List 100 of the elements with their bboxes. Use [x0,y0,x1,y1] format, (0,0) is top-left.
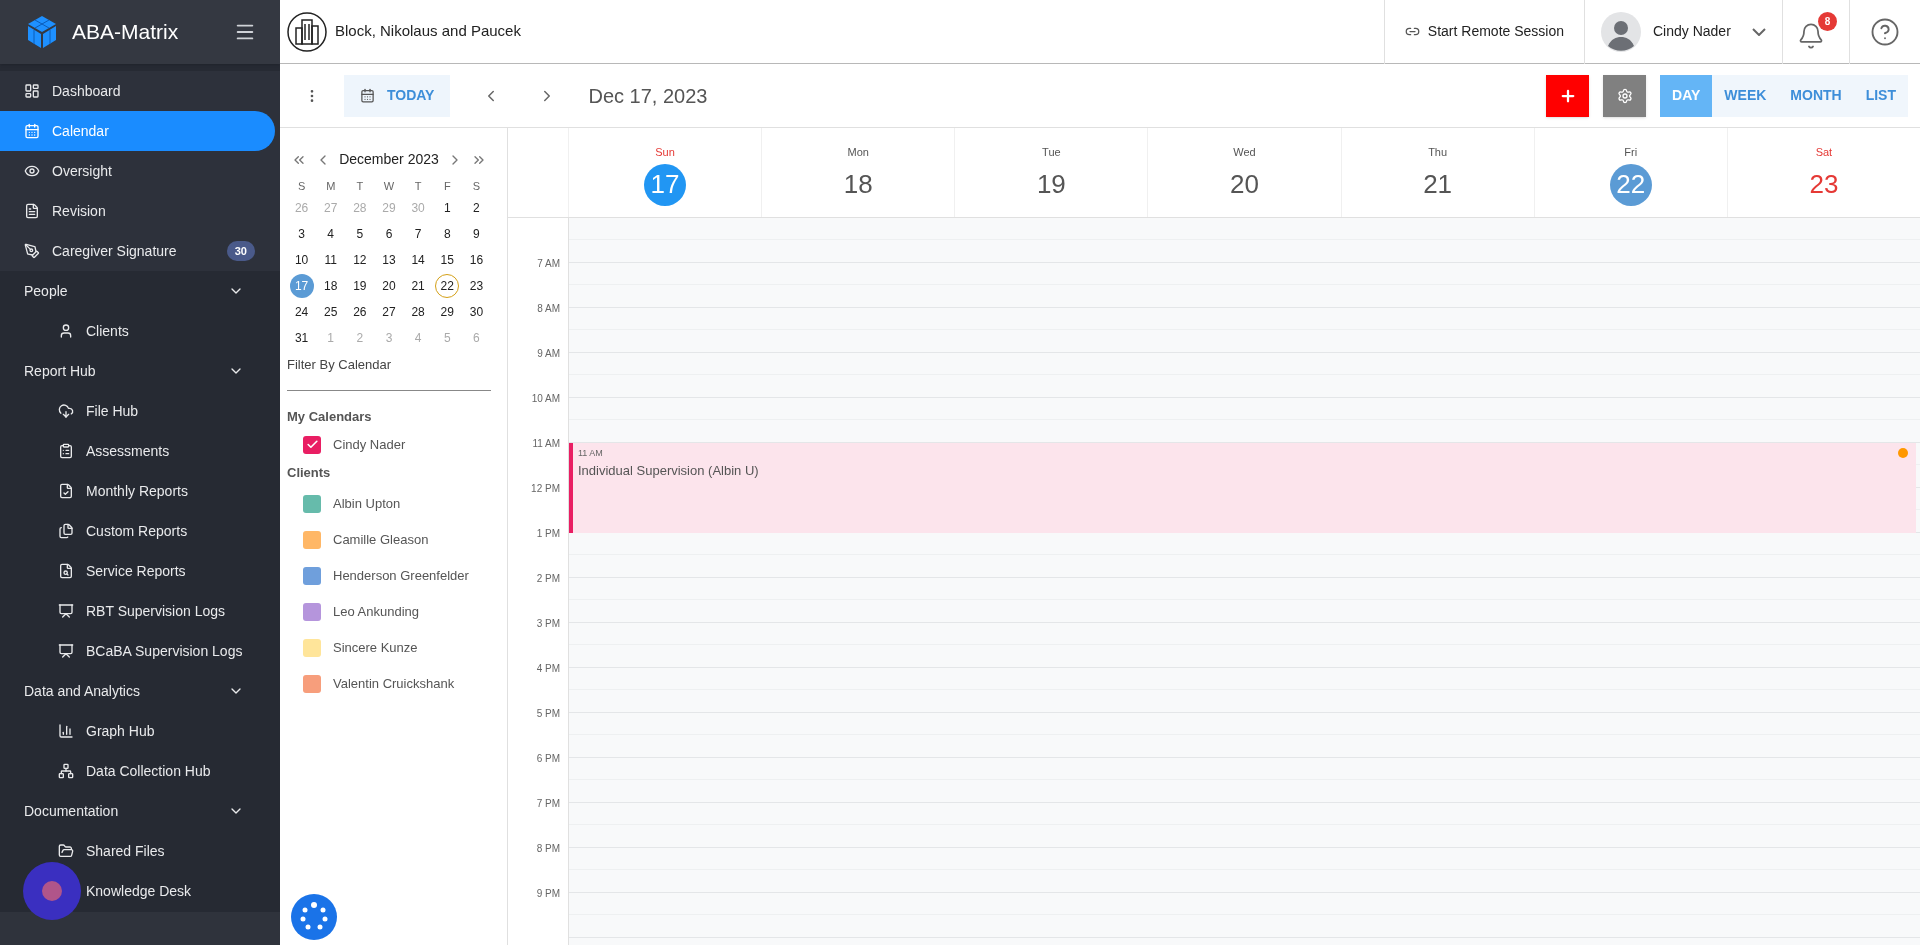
time-label: 2 PM [536,572,560,585]
color-checkbox[interactable] [303,675,321,693]
day-cell[interactable]: 12 [347,247,372,272]
user-name: Cindy Nader [1653,22,1732,41]
sidebar-item[interactable]: BCaBA Supervision Logs [0,631,280,671]
client-name: Henderson Greenfelder [333,567,469,586]
day-number[interactable]: 21 [1416,163,1459,206]
person-icon [58,323,74,339]
day-cell[interactable]: 16 [464,247,489,272]
time-label: 5 PM [536,707,560,720]
weekday-label: S [471,179,482,194]
avatar-silhouette-icon [1601,11,1641,52]
color-checkbox[interactable] [303,603,321,621]
day-number[interactable]: 18 [837,163,880,206]
day-cell[interactable]: 19 [347,273,372,298]
day-cell[interactable]: 6 [377,221,401,246]
document-icon [58,523,74,539]
day-cell[interactable]: 4 [318,221,343,246]
sidebar-section-header[interactable]: People [0,271,280,311]
day-cell[interactable]: 11 [318,247,343,272]
sidebar-item[interactable]: RBT Supervision Logs [0,591,280,631]
sidebar-section-header[interactable]: Documentation [0,791,280,831]
day-cell[interactable]: 3 [289,221,314,246]
eye-icon [24,163,40,179]
bar-chart-icon [58,723,74,739]
time-label: 1 PM [536,527,560,540]
building-logo-icon [287,11,327,52]
day-cell[interactable]: 8 [435,221,460,246]
day-cell[interactable]: 29 [435,299,460,324]
bell-icon [1797,21,1825,50]
weekday-name: Sat [1815,145,1833,160]
day-cell[interactable]: 21 [406,273,431,298]
day-cell[interactable]: 1 [435,195,460,220]
time-label: 11 AM [532,437,560,450]
day-cell[interactable]: 27 [377,299,401,324]
brand-name: ABA-Matrix [72,19,180,46]
day-cell[interactable]: 9 [464,221,489,246]
day-cell[interactable]: 30 [464,299,489,324]
month-title: December 2023 [338,150,440,169]
day-cell[interactable]: 10 [289,247,314,272]
sidebar-item[interactable]: Clients [0,311,280,351]
section-heading: My Calendars [287,408,373,426]
accessibility-widget-icon[interactable] [290,893,338,941]
sidebar-item[interactable]: Custom Reports [0,511,280,551]
color-checkbox[interactable] [303,531,321,549]
sidebar-item[interactable]: Monthly Reports [0,471,280,511]
day-cell[interactable]: 2 [464,195,489,220]
day-cell[interactable]: 26 [347,299,372,324]
pen-icon [24,243,40,259]
current-date: Dec 17, 2023 [588,83,708,109]
day-number[interactable]: 19 [1030,163,1073,206]
day-cell[interactable]: 23 [464,273,489,298]
settings-button[interactable] [1603,74,1647,117]
day-number[interactable]: 20 [1223,163,1266,206]
sidebar-item[interactable]: File Hub [0,391,280,431]
day-cell[interactable]: 24 [289,299,314,324]
sidebar-item[interactable]: Data Collection Hub [0,751,280,791]
sidebar-item[interactable]: Service Reports [0,551,280,591]
notifications-button[interactable]: 8 [1795,11,1837,52]
sidebar-item[interactable]: Shared Files [0,831,280,871]
day-cell[interactable]: 15 [435,247,460,272]
day-cell[interactable]: 31 [289,325,314,350]
weekday-name: Tue [1042,145,1061,160]
client-name: Camille Gleason [333,531,429,550]
weekday-label: T [413,179,423,194]
day-cell[interactable]: 18 [318,273,343,298]
weekday-label: F [442,179,452,194]
calendar-event[interactable]: 11 AM Individual Supervision (Albin U) [569,443,1916,533]
user-menu[interactable]: Cindy Nader [1584,0,1782,64]
day-cell[interactable]: 7 [406,221,431,246]
color-checkbox[interactable] [303,567,321,585]
document-icon [24,203,40,219]
chevron-down-icon [1752,27,1766,36]
notification-count: 8 [1818,11,1837,31]
time-label: 6 PM [536,752,560,765]
help-icon[interactable] [1870,16,1900,47]
time-label: 12 PM [531,482,560,495]
color-checkbox[interactable] [303,495,321,513]
sidebar-section-header[interactable]: Data and Analytics [0,671,280,711]
sidebar-section-header[interactable]: Report Hub [0,351,280,391]
sidebar-item[interactable]: Graph Hub [0,711,280,751]
color-checkbox[interactable] [303,639,321,657]
weekday-label: W [382,179,396,194]
day-cell[interactable]: 14 [406,247,431,272]
calendar-icon [360,88,375,103]
folder-icon [58,843,74,859]
cloud-icon [58,403,74,419]
color-checkbox[interactable] [303,435,321,454]
settings-icon [1616,87,1633,104]
sidebar-item[interactable]: Assessments [0,431,280,471]
day-cell[interactable]: 25 [318,299,343,324]
time-label: 3 PM [536,617,560,630]
day-cell[interactable]: 5 [347,221,372,246]
day-cell[interactable]: 20 [377,273,401,298]
day-cell[interactable]: 28 [406,299,431,324]
remote-session-link[interactable]: Start Remote Session [1383,0,1584,64]
day-cell[interactable]: 13 [377,247,401,272]
day-number[interactable]: 23 [1802,163,1845,206]
add-button[interactable] [1546,74,1590,117]
weekday-label: S [296,179,307,194]
